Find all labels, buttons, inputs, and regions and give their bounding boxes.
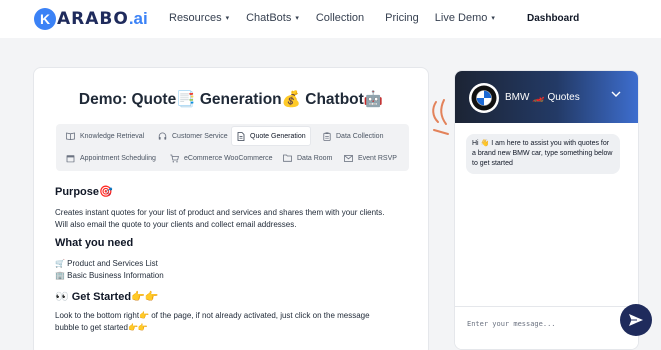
nav-menu: Resources ▾ ChatBots ▾ Collection Pricin… <box>169 12 495 24</box>
need-heading: What you need <box>55 237 134 249</box>
nav-item-collection[interactable]: Collection <box>316 12 364 24</box>
send-button[interactable] <box>620 304 652 336</box>
bot-message-bubble: Hi 👋 I am here to assist you with quotes… <box>466 134 620 174</box>
demo-tabs: Knowledge Retrieval Customer Service Quo… <box>56 124 409 171</box>
logo-text: ARABO <box>57 9 129 29</box>
purpose-line-1: Creates instant quotes for your list of … <box>55 208 385 217</box>
decorative-squiggle-icon <box>432 99 449 135</box>
tab-label: Appointment Scheduling <box>80 154 156 162</box>
chevron-down-icon: ▾ <box>491 15 495 22</box>
tab-label: eCommerce WooCommerce <box>184 154 273 162</box>
demo-card: Demo: Quote📑 Generation💰 Chatbot🤖 Knowle… <box>33 67 429 350</box>
nav-item-chatbots[interactable]: ChatBots ▾ <box>246 12 299 24</box>
logo-suffix: .ai <box>128 9 148 28</box>
quote-icon <box>236 131 245 141</box>
nav-item-pricing[interactable]: Pricing <box>385 12 419 24</box>
chat-title: BMW 🏎️ Quotes <box>505 92 580 103</box>
need-item-2: 🏢 Basic Business Information <box>55 271 164 280</box>
chat-widget: BMW 🏎️ Quotes Hi 👋 I am here to assist y… <box>454 70 639 350</box>
send-icon <box>629 314 643 326</box>
tab-label: Data Room <box>297 154 333 162</box>
chat-input-bar: Enter your message... <box>455 306 638 349</box>
purpose-heading: Purpose🎯 <box>55 186 113 198</box>
tab-event-rsvp[interactable]: Event RSVP <box>340 149 401 167</box>
tab-customer-service[interactable]: Customer Service <box>154 127 232 145</box>
page-title: Demo: Quote📑 Generation💰 Chatbot🤖 <box>78 91 384 108</box>
get-started-line-1: Look to the bottom right👉 of the page, i… <box>55 311 370 320</box>
nav-item-label: ChatBots <box>246 12 292 24</box>
calendar-icon <box>66 154 75 163</box>
tab-label: Data Collection <box>336 132 384 140</box>
karabo-logo[interactable]: K ARABO .ai <box>34 8 148 30</box>
nav-item-resources[interactable]: Resources ▾ <box>169 12 229 24</box>
tab-ecommerce-woocommerce[interactable]: eCommerce WooCommerce <box>166 149 277 167</box>
purpose-line-2: Will also email the quote to your client… <box>55 220 297 229</box>
folder-icon <box>283 154 292 163</box>
nav-item-label: Collection <box>315 12 365 24</box>
tab-quote-generation[interactable]: Quote Generation <box>231 126 311 146</box>
cart-icon <box>170 154 179 163</box>
chevron-down-icon: ▾ <box>295 15 299 22</box>
nav-item-label: Pricing <box>385 12 419 24</box>
chat-header[interactable]: BMW 🏎️ Quotes <box>455 71 638 123</box>
dashboard-link[interactable]: Dashboard <box>527 13 579 24</box>
need-item-1: 🛒 Product and Services List <box>55 259 158 268</box>
clipboard-icon <box>322 131 331 141</box>
tab-knowledge-retrieval[interactable]: Knowledge Retrieval <box>62 127 148 145</box>
top-nav: K ARABO .ai Resources ▾ ChatBots ▾ Colle… <box>0 0 661 38</box>
tab-label: Customer Service <box>172 132 228 140</box>
tab-data-collection[interactable]: Data Collection <box>318 127 387 145</box>
get-started-line-2: bubble to get started👉👉 <box>55 323 148 332</box>
tab-label: Knowledge Retrieval <box>80 132 145 140</box>
envelope-icon <box>344 154 353 163</box>
nav-item-label: Resources <box>169 12 222 24</box>
chevron-down-icon: ▾ <box>225 15 230 22</box>
nav-item-label: Live Demo <box>434 12 488 24</box>
bmw-logo-icon <box>469 83 499 113</box>
tab-data-room[interactable]: Data Room <box>279 149 336 167</box>
tab-label: Quote Generation <box>250 132 306 140</box>
tab-appointment-scheduling[interactable]: Appointment Scheduling <box>62 149 160 167</box>
chevron-down-icon[interactable] <box>611 90 621 101</box>
logo-mark: K <box>34 8 56 30</box>
headset-icon <box>158 132 167 141</box>
get-started-heading: 👀 Get Started👉👉 <box>55 291 159 303</box>
book-icon <box>66 132 75 141</box>
nav-item-live-demo[interactable]: Live Demo ▾ <box>435 12 495 24</box>
tab-label: Event RSVP <box>358 154 397 162</box>
message-input[interactable]: Enter your message... <box>467 320 556 328</box>
